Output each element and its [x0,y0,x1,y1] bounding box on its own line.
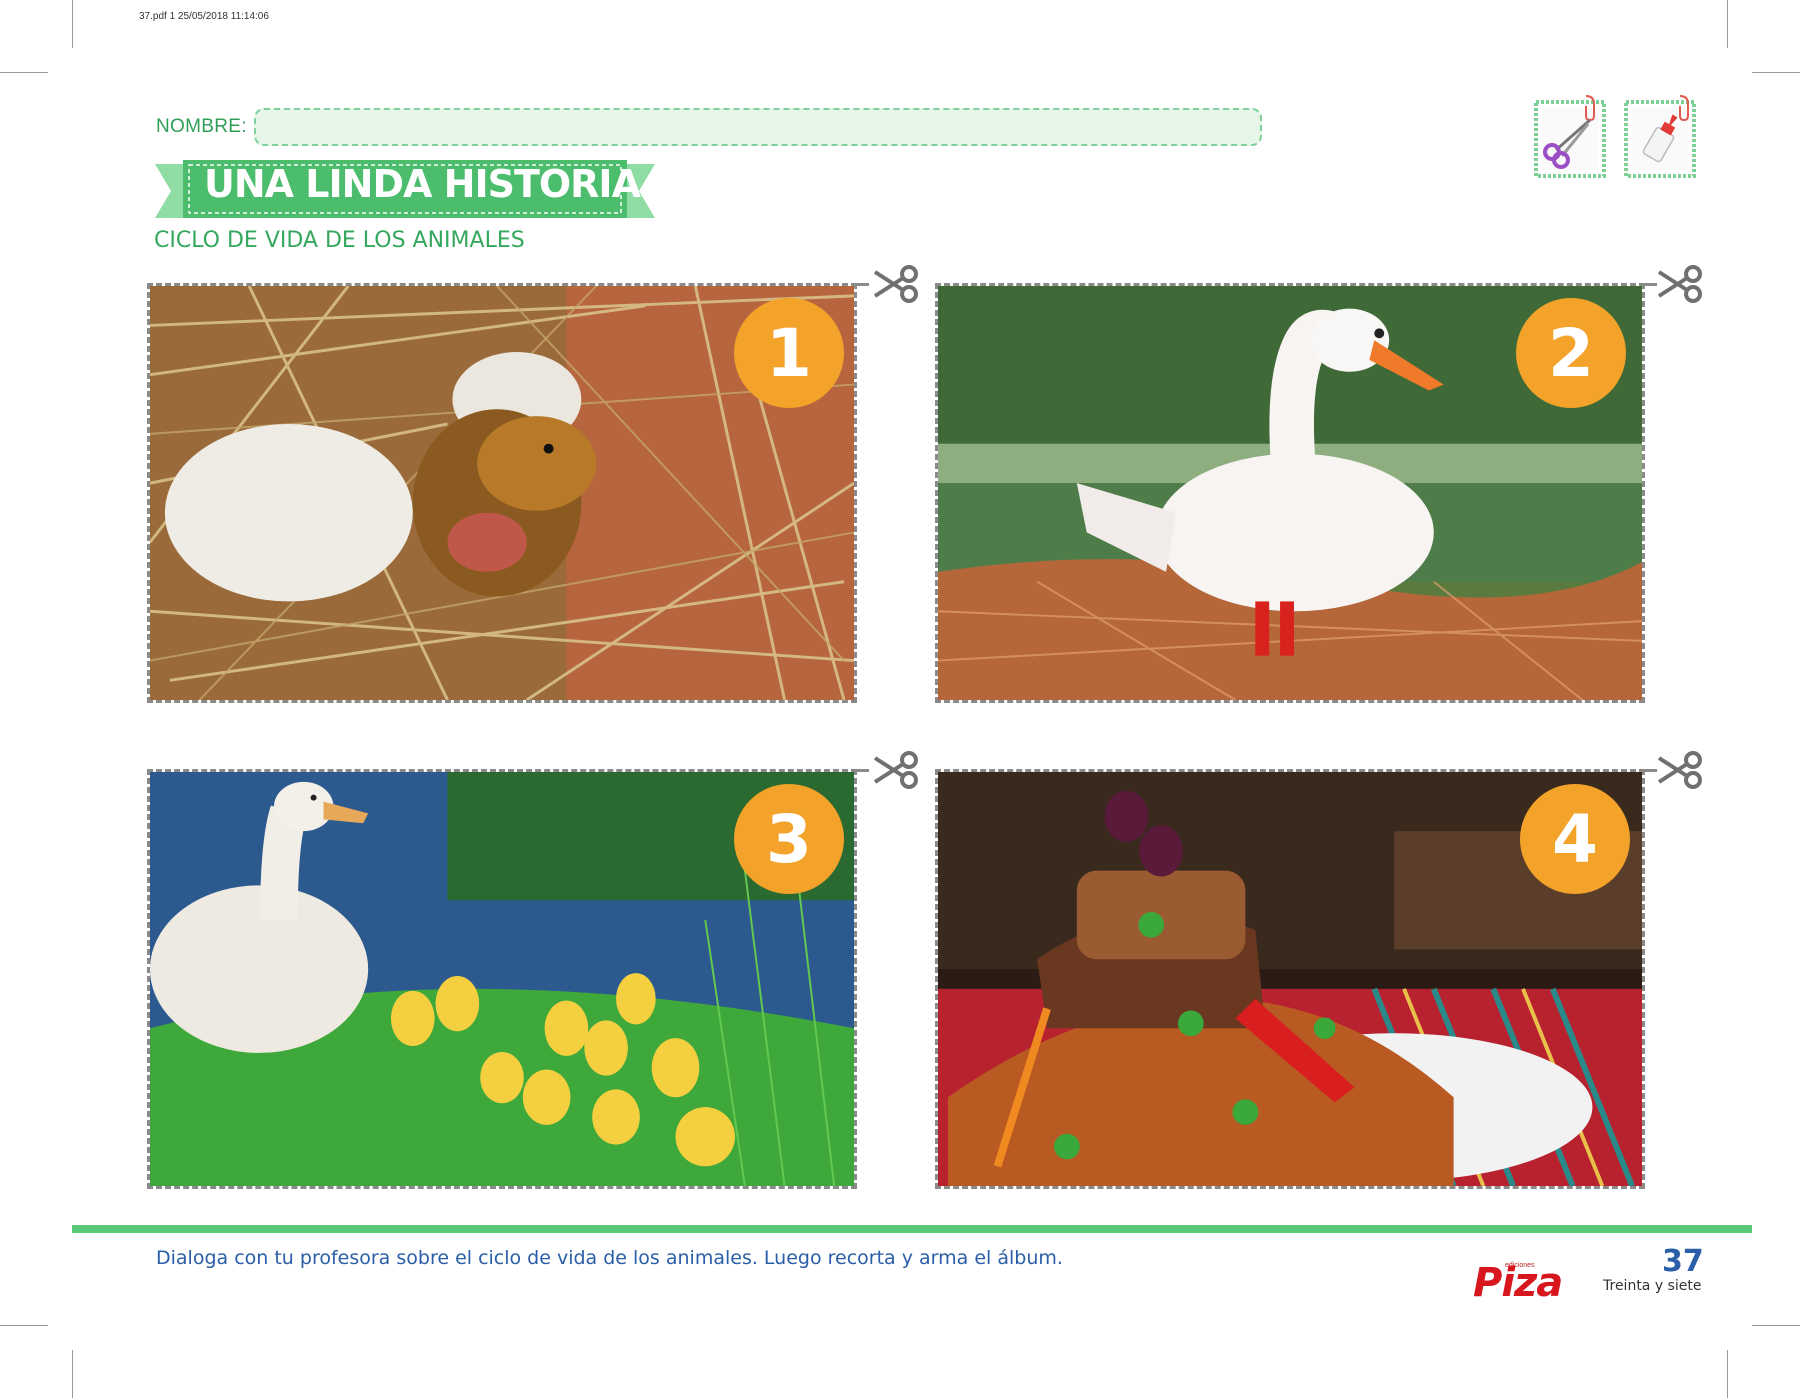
step-badge-3: 3 [734,784,844,894]
page-number: 37 [1662,1244,1704,1279]
step-badge-4: 4 [1520,784,1630,894]
crop-mark [0,72,48,73]
crop-mark [72,0,73,48]
page-title: UNA LINDA HISTORIA [204,162,641,206]
crop-mark [72,1350,73,1398]
crop-mark [1727,0,1728,48]
step-badge-2: 2 [1516,298,1626,408]
scissors-cut-icon [873,265,918,303]
scissors-cut-icon [1657,751,1702,789]
scissors-cut-icon [1657,265,1702,303]
cut-line [857,283,869,286]
cut-line [1645,769,1657,772]
footer-divider [72,1225,1752,1233]
publisher-logo: Piza [1473,1260,1563,1306]
photo-card-2: 2 [935,283,1645,703]
name-input-field[interactable] [254,108,1262,146]
photo-card-3: 3 [147,769,857,1189]
crop-mark [1727,1350,1728,1398]
crop-mark [1752,1325,1800,1326]
photo-card-1: 1 [147,283,857,703]
photo-card-4: 4 [935,769,1645,1189]
crop-mark [0,1325,48,1326]
page-number-words: Treinta y siete [1603,1278,1702,1294]
scissors-cut-icon [873,751,918,789]
name-label: NOMBRE: [156,116,247,137]
glue-bottle-icon [1624,95,1696,178]
crop-mark [1752,72,1800,73]
page-subtitle: CICLO DE VIDA DE LOS ANIMALES [154,228,525,253]
pdf-print-info: 37.pdf 1 25/05/2018 11:14:06 [139,11,269,22]
scissors-icon [1534,95,1606,178]
cut-line [857,769,869,772]
cut-line [1645,283,1657,286]
footer-instructions: Dialoga con tu profesora sobre el ciclo … [156,1247,1063,1269]
step-badge-1: 1 [734,298,844,408]
